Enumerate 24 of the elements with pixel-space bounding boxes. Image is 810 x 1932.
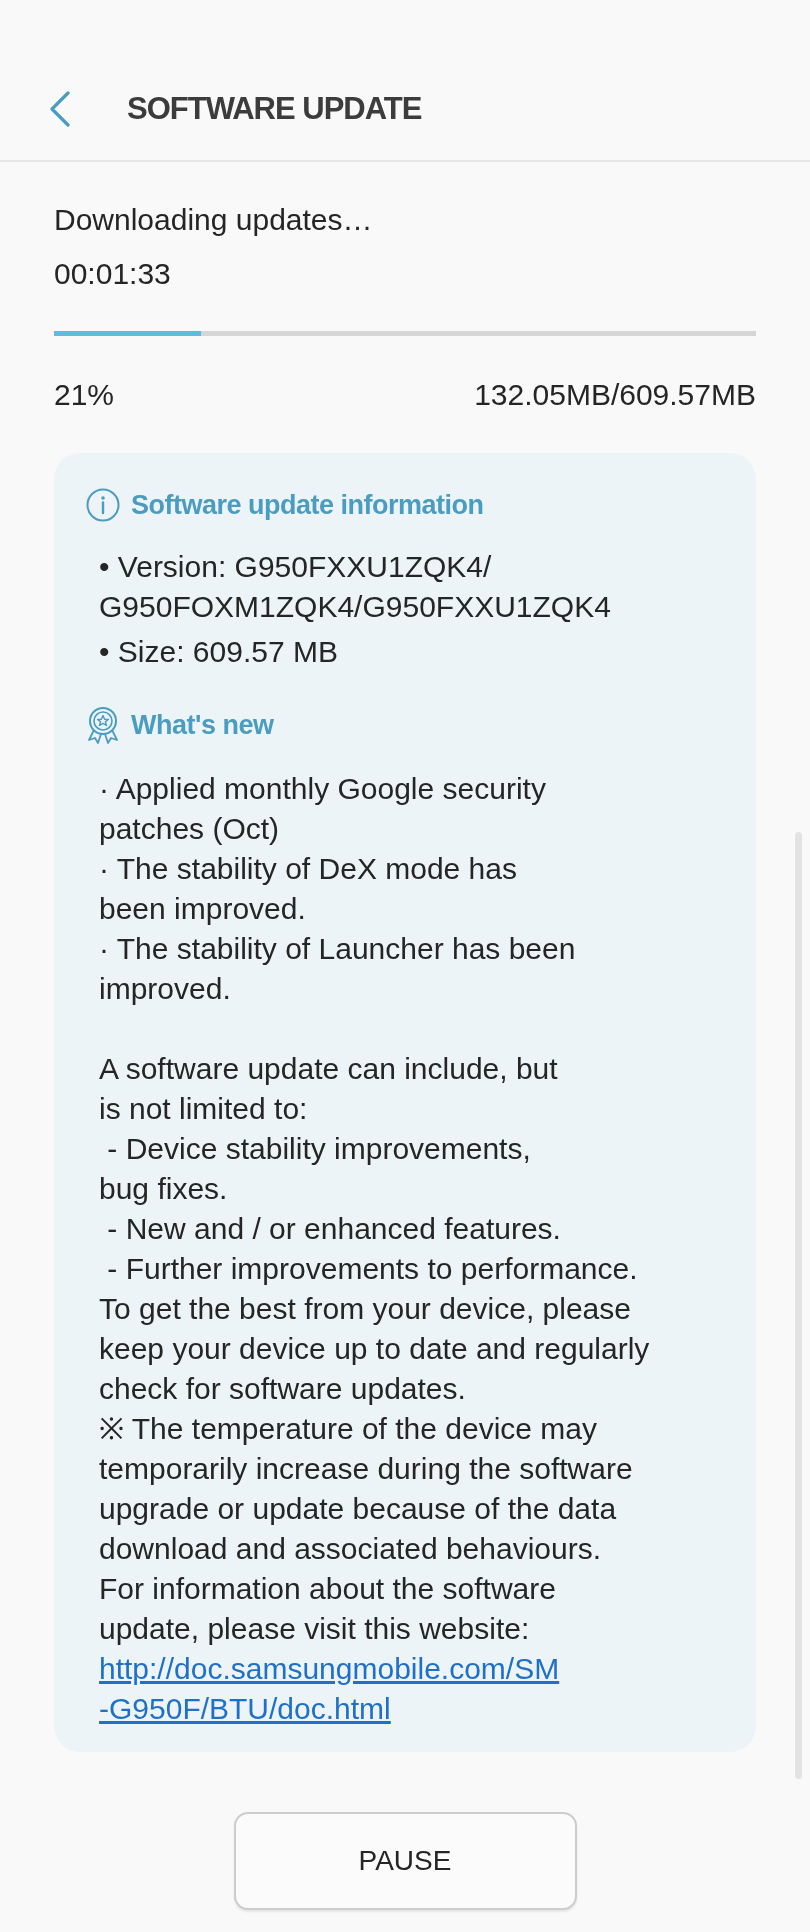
info-line: • Size: 609.57 MB xyxy=(99,634,338,670)
note-text: To get the best from your device, please keep your device up to date and regularly check for software updates. xyxy=(99,1291,650,1407)
download-status: Downloading updates… xyxy=(54,202,373,238)
info-line: • Version: G950FXXU1ZQK4/ G950FOXM1ZQK4/G950FXXU1ZQK4 xyxy=(99,549,611,625)
change-item: · Applied monthly Google security patches (Oct) xyxy=(99,771,546,847)
note-text: A software update can include, but is not limited to: xyxy=(99,1051,558,1127)
elapsed-time: 00:01:33 xyxy=(54,256,171,292)
page-title: SOFTWARE UPDATE xyxy=(127,90,422,128)
note-text: For information about the software update, please visit this website: xyxy=(99,1571,556,1647)
download-amount: 132.05MB/609.57MB xyxy=(474,377,756,413)
note-text: ※ The temperature of the device may temporarily increase during the software upgrade or update because of the data download and associated behaviours. xyxy=(99,1411,633,1567)
note-text: - New and / or enhanced features. xyxy=(106,1211,561,1247)
pause-button[interactable]: PAUSE xyxy=(233,1812,577,1910)
back-icon[interactable] xyxy=(49,91,71,127)
section-heading: Software update information xyxy=(131,489,484,522)
award-icon xyxy=(86,706,120,744)
section-heading: What's new xyxy=(131,709,274,742)
note-text: - Further improvements to performance. xyxy=(106,1251,638,1287)
change-item: · The stability of DeX mode has been improved. xyxy=(99,851,517,927)
note-text: - Device stability improvements, bug fixes. xyxy=(99,1131,531,1207)
website-link[interactable]: http://doc.samsungmobile.com/SM -G950F/BTU/doc.html xyxy=(99,1649,560,1729)
info-icon xyxy=(86,488,120,522)
progress-percent: 21% xyxy=(54,377,115,413)
change-item: · The stability of Launcher has been improved. xyxy=(99,931,576,1007)
